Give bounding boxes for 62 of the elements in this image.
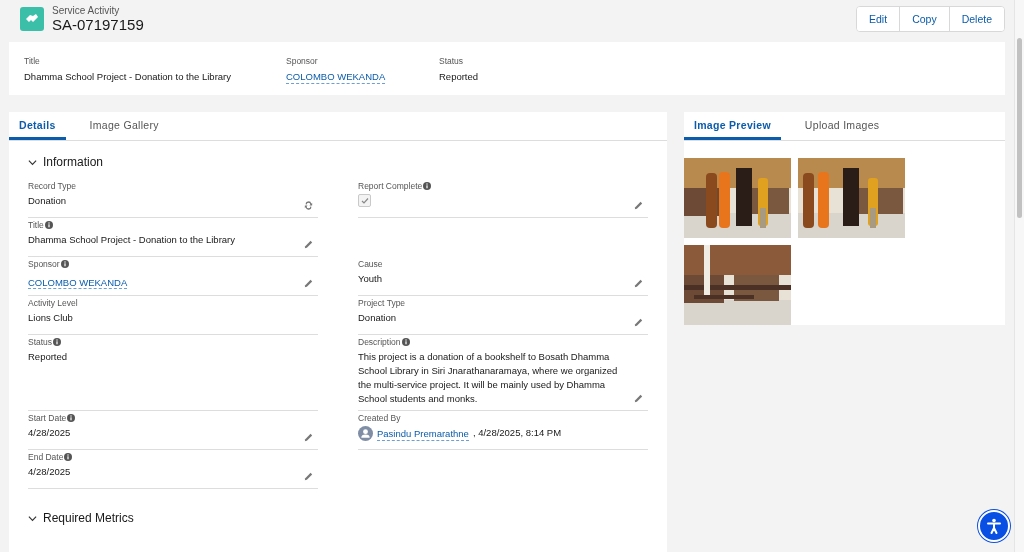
highlight-value: Dhamma School Project - Donation to the Library (24, 70, 231, 85)
field-label: Sponsor (28, 259, 60, 269)
field-label: Activity Level (28, 298, 78, 308)
field-label: Status (28, 337, 53, 347)
scrollbar[interactable] (1014, 0, 1024, 552)
info-icon[interactable] (64, 453, 73, 461)
record-name: SA-07197159 (52, 15, 145, 33)
tab[interactable]: Upload Images (794, 112, 890, 140)
info-icon[interactable] (44, 221, 53, 229)
avatar-icon (358, 426, 373, 441)
highlight-label: Sponsor (286, 56, 318, 67)
created-date: , 4/28/2025, 8:14 PM (472, 426, 562, 440)
pencil-icon[interactable] (633, 317, 644, 328)
field-label: Report Complete (358, 181, 423, 191)
field-value: 4/28/2025 (28, 465, 71, 479)
section-header[interactable]: Required Metrics (28, 507, 134, 529)
field-label: Start Date (28, 413, 67, 423)
action-button[interactable]: Delete (948, 6, 1004, 31)
chevron-icon (28, 513, 37, 523)
field-label: Project Type (358, 298, 406, 308)
sponsor-link[interactable]: COLOMBO WEKANDA (286, 70, 386, 85)
field-label: Created By (358, 413, 401, 423)
field-label: End Date (28, 452, 64, 462)
info-icon[interactable] (67, 414, 76, 422)
info-icon[interactable] (60, 260, 69, 268)
tab[interactable]: Image Preview (684, 112, 781, 140)
swap-icon[interactable] (303, 200, 314, 211)
field-value: Dhamma School Project - Donation to the Library (28, 233, 235, 247)
info-icon[interactable] (401, 338, 410, 346)
field-value: Donation (358, 311, 397, 325)
pencil-icon[interactable] (633, 393, 644, 404)
field-label: Record Type (28, 181, 77, 191)
pencil-icon[interactable] (633, 200, 644, 211)
object-type: Service Activity (52, 4, 121, 16)
sponsor-link[interactable]: COLOMBO WEKANDA (28, 277, 128, 289)
user-link[interactable]: Pasindu Premarathne (377, 426, 469, 441)
pencil-icon[interactable] (303, 471, 314, 482)
pencil-icon[interactable] (303, 278, 314, 289)
field-value: This project is a donation of a bookshelf to Bosath Dhamma School Library in Siri Jnarathanaramaya, where we organized the multi-service project. It will be mainly used by Dhamma School students and monks. (358, 350, 619, 406)
accessibility-button[interactable] (978, 510, 1010, 542)
field-value: Donation (28, 194, 67, 208)
field-value: Youth (358, 272, 382, 286)
highlight-label: Title (24, 56, 40, 67)
field-label: Title (28, 220, 44, 230)
tab[interactable]: Details (9, 112, 66, 140)
highlight-value: Reported (439, 70, 479, 85)
highlight-label: Status (439, 56, 464, 67)
pencil-icon[interactable] (303, 432, 314, 443)
field-value: 4/28/2025 (28, 426, 71, 440)
chevron-icon (28, 157, 37, 167)
section-header[interactable]: Information (28, 151, 104, 173)
field-label: Description (358, 337, 401, 347)
pencil-icon[interactable] (303, 239, 314, 250)
accessibility-icon (985, 517, 1003, 535)
field-value: Lions Club (28, 311, 73, 325)
field-value: Reported (28, 350, 68, 364)
pencil-icon[interactable] (633, 278, 644, 289)
info-icon[interactable] (423, 182, 432, 190)
tab[interactable]: Image Gallery (79, 112, 169, 140)
handshake-icon (20, 6, 44, 31)
field-label: Cause (358, 259, 383, 269)
info-icon[interactable] (53, 338, 62, 346)
